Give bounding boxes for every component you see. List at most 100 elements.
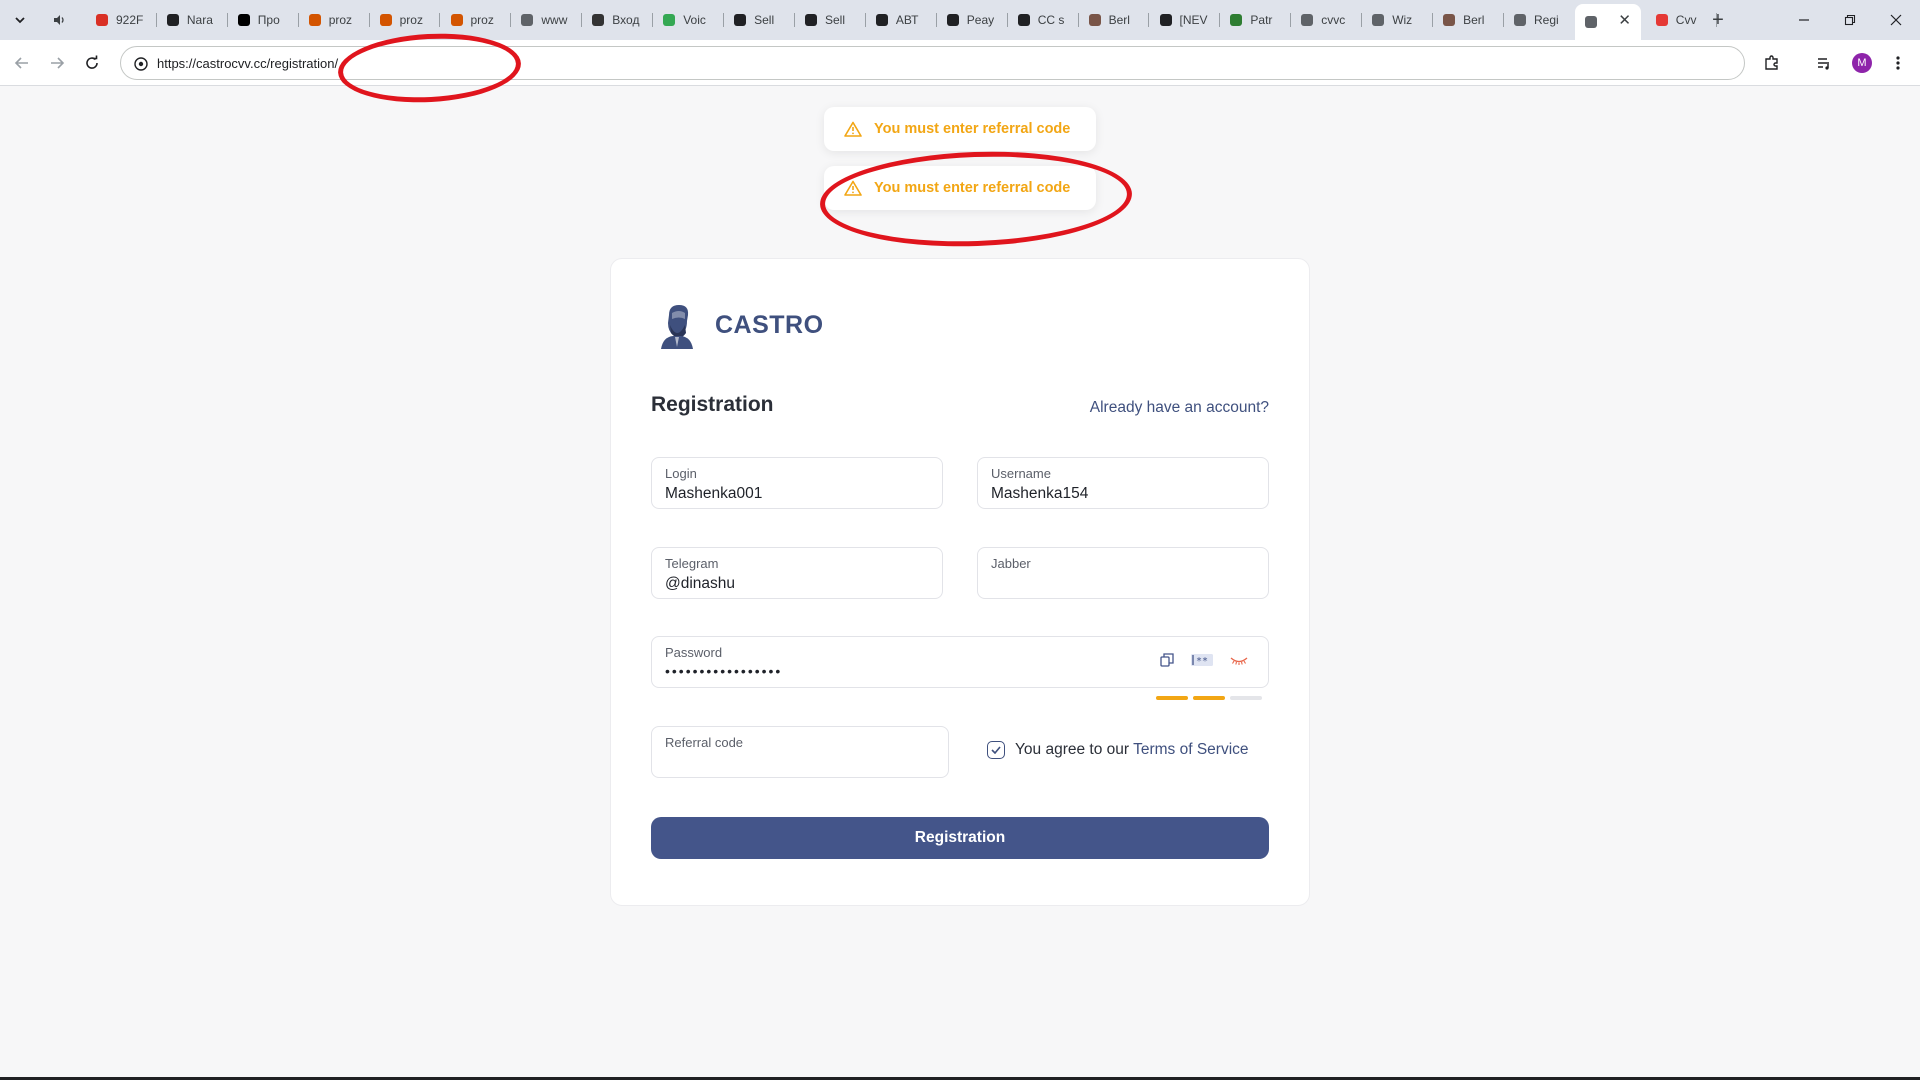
playlist-icon: [1818, 58, 1829, 70]
tab-label: Berl: [1463, 13, 1485, 27]
browser-tab[interactable]: [NEV: [1150, 6, 1221, 34]
brand: CASTRO: [657, 301, 824, 349]
login-label: Login: [665, 466, 697, 481]
password-field[interactable]: Password ••••••••••••••••• **: [651, 636, 1269, 688]
site-info-icon[interactable]: [133, 56, 149, 72]
username-input[interactable]: [991, 485, 1231, 503]
telegram-field[interactable]: Telegram: [651, 547, 943, 599]
tab-label: Вход: [612, 13, 640, 27]
favicon-icon: [1441, 12, 1457, 28]
browser-tab[interactable]: Про: [228, 6, 299, 34]
telegram-label: Telegram: [665, 556, 719, 571]
favicon-icon: [1370, 12, 1386, 28]
forward-button[interactable]: [43, 49, 71, 77]
favicon-icon: [1228, 12, 1244, 28]
more-vertical-icon: [1896, 56, 1900, 70]
favicon-icon: [803, 12, 819, 28]
url-text[interactable]: https://castrocvv.cc/registration/: [157, 56, 338, 71]
generate-password-icon[interactable]: **: [1190, 653, 1214, 667]
eye-closed-icon[interactable]: [1230, 654, 1248, 666]
favicon-icon: [1087, 12, 1103, 28]
referral-input[interactable]: [665, 754, 905, 772]
referral-field[interactable]: Referral code: [651, 726, 949, 778]
strength-segment: [1230, 696, 1262, 700]
profile-button[interactable]: M: [1848, 49, 1876, 77]
page-title: Registration: [651, 393, 774, 416]
close-window-button[interactable]: [1876, 6, 1916, 34]
browser-tab[interactable]: Nara: [157, 6, 228, 34]
browser-tab[interactable]: Patr: [1220, 6, 1292, 34]
terms-text: You agree to our: [1015, 741, 1130, 758]
avatar: M: [1852, 53, 1872, 73]
favicon-icon: [94, 12, 110, 28]
tab-audio[interactable]: [44, 6, 72, 34]
minimize-icon: [1799, 19, 1809, 21]
strength-segment: [1193, 696, 1225, 700]
referral-label: Referral code: [665, 735, 744, 750]
signin-link[interactable]: Already have an account?: [1090, 399, 1269, 417]
tab-label: www: [541, 13, 568, 27]
username-field[interactable]: Username: [977, 457, 1269, 509]
jabber-input[interactable]: [991, 575, 1231, 593]
username-label: Username: [991, 466, 1051, 481]
tab-label: Про: [257, 13, 280, 27]
media-controls-button[interactable]: [1810, 49, 1838, 77]
minimize-button[interactable]: [1784, 6, 1824, 34]
browser-tab[interactable]: CC s: [1008, 6, 1079, 34]
tab-label: cvvc: [1321, 13, 1346, 27]
arrow-right-icon: [51, 57, 65, 69]
browser-tab[interactable]: proz: [299, 6, 370, 34]
back-button[interactable]: [8, 49, 36, 77]
browser-tab[interactable]: Regi: [1504, 6, 1575, 34]
browser-tab[interactable]: www: [511, 6, 583, 34]
tab-active[interactable]: ✕: [1574, 4, 1641, 40]
favicon-icon: [1016, 12, 1032, 28]
jabber-field[interactable]: Jabber: [977, 547, 1269, 599]
browser-tab[interactable]: Peay: [937, 6, 1008, 34]
password-input[interactable]: •••••••••••••••••: [665, 663, 905, 679]
browser-tab[interactable]: Berl: [1433, 6, 1504, 34]
terms-checkbox[interactable]: [987, 741, 1005, 759]
browser-tab[interactable]: 922F: [86, 6, 157, 34]
browser-tab[interactable]: proz: [370, 6, 441, 34]
browser-tab[interactable]: Вход: [582, 6, 654, 34]
browser-tab[interactable]: Sell: [724, 6, 795, 34]
terms-link[interactable]: Terms of Service: [1133, 741, 1248, 758]
extensions-button[interactable]: [1758, 49, 1786, 77]
toast-message: You must enter referral code: [874, 121, 1071, 137]
telegram-input[interactable]: [665, 575, 905, 593]
browser-tab[interactable]: proz: [441, 6, 512, 34]
favicon-icon: [661, 12, 677, 28]
favicon-icon: [945, 12, 961, 28]
strength-segment: [1156, 696, 1188, 700]
tab-search-button[interactable]: [6, 8, 34, 32]
address-bar[interactable]: https://castrocvv.cc/registration/: [120, 46, 1745, 80]
browser-tab[interactable]: cvvc: [1291, 6, 1363, 34]
puzzle-icon: [1765, 55, 1778, 70]
favicon-icon: [378, 12, 394, 28]
browser-menu-button[interactable]: [1884, 49, 1912, 77]
new-tab-button[interactable]: +: [1704, 6, 1732, 34]
browser-tab[interactable]: Berl: [1079, 6, 1150, 34]
login-input[interactable]: [665, 485, 905, 503]
copy-icon[interactable]: [1160, 653, 1174, 667]
speaker-icon: [54, 15, 64, 25]
tab-label: CC s: [1037, 13, 1065, 27]
browser-tab[interactable]: Voic: [653, 6, 725, 34]
browser-tab[interactable]: Wiz: [1362, 6, 1434, 34]
tab-label: Berl: [1108, 13, 1130, 27]
restore-button[interactable]: [1830, 6, 1870, 34]
tab-label: proz: [328, 13, 353, 27]
castro-logo: [661, 305, 693, 349]
registration-submit-button[interactable]: Registration: [651, 817, 1269, 859]
favicon-icon: [449, 12, 465, 28]
favicon-icon: [236, 12, 252, 28]
browser-tab[interactable]: АВТ: [866, 6, 937, 34]
browser-tab[interactable]: Sell: [795, 6, 866, 34]
close-tab-icon[interactable]: ✕: [1618, 11, 1631, 29]
login-field[interactable]: Login: [651, 457, 943, 509]
password-actions: **: [1160, 653, 1248, 667]
close-icon: [1890, 14, 1902, 26]
reload-button[interactable]: [78, 49, 106, 77]
brand-name: CASTRO: [715, 310, 824, 339]
